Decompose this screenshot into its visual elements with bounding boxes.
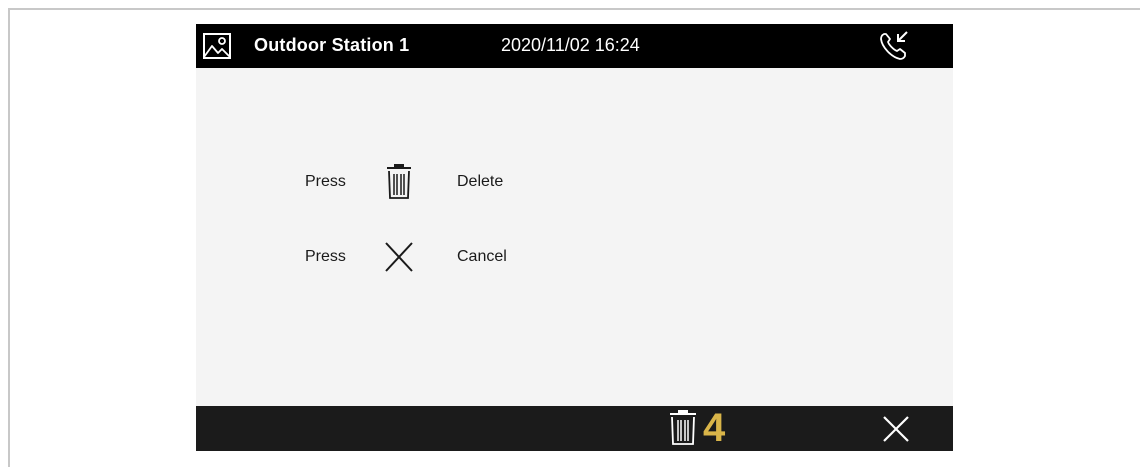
cancel-label: Cancel <box>457 248 507 265</box>
delete-count: 4 <box>703 406 726 450</box>
trash-icon[interactable] <box>666 409 700 447</box>
incoming-call-icon[interactable] <box>877 29 911 63</box>
delete-label: Delete <box>457 173 504 190</box>
datetime: 2020/11/02 16:24 <box>501 35 640 55</box>
gallery-icon[interactable] <box>202 32 232 60</box>
station-name: Outdoor Station 1 <box>254 35 410 55</box>
press-label: Press <box>305 173 346 190</box>
title-bar: Outdoor Station 1 2020/11/02 16:24 <box>196 24 953 68</box>
press-label: Press <box>305 248 346 265</box>
intercom-screen: Outdoor Station 1 2020/11/02 16:24 Press… <box>196 24 953 451</box>
close-icon[interactable] <box>879 412 913 446</box>
bottom-bar: 4 <box>196 406 953 451</box>
close-icon <box>385 242 413 272</box>
trash-icon <box>387 164 411 199</box>
